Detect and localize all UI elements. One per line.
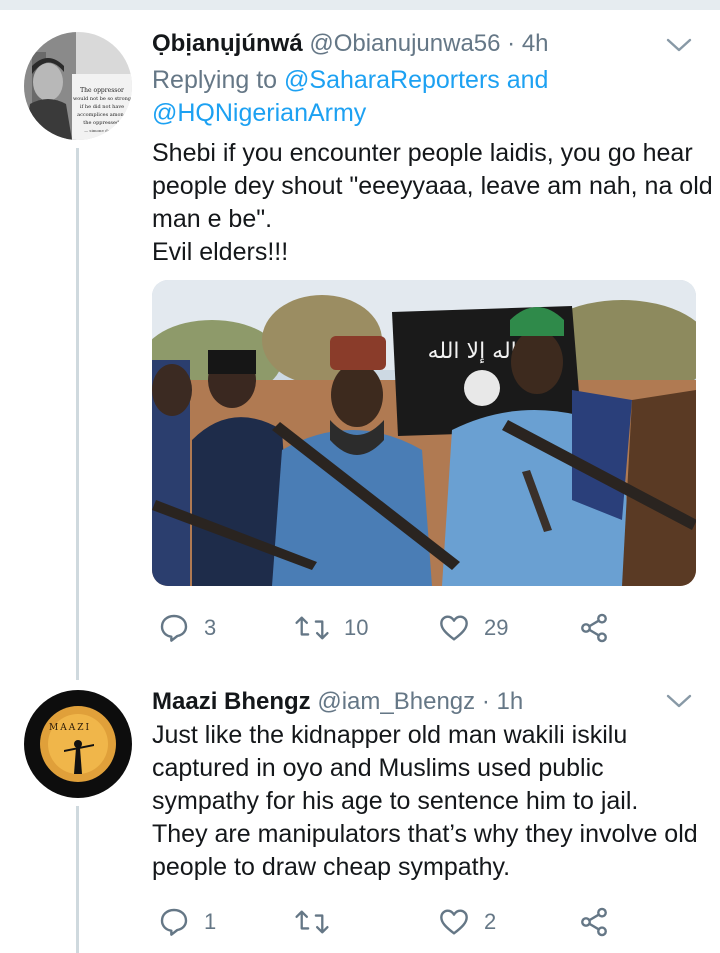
timestamp[interactable]: · 1h xyxy=(482,688,523,715)
tweet-text-line: Evil elders!!! xyxy=(152,238,289,266)
avatar-quote-line: the oppressed. xyxy=(83,120,121,126)
tweet-header: Maazi Bhengz @iam_Bhengz · 1h xyxy=(152,688,523,716)
avatar-quote-line: would not be so strong xyxy=(73,96,132,102)
avatar-quote-line: if he did not have xyxy=(80,104,124,110)
retweet-button[interactable] xyxy=(294,902,344,942)
avatar[interactable]: MAAZI xyxy=(24,690,132,798)
replying-to: Replying to @SaharaReporters and @HQNige… xyxy=(152,64,548,130)
avatar-quote-line: — simone de Beauv xyxy=(84,128,124,133)
avatar-text: MAAZI xyxy=(49,723,91,733)
like-button[interactable]: 2 xyxy=(438,902,496,942)
top-divider xyxy=(0,0,720,10)
share-button[interactable] xyxy=(578,902,610,942)
retweet-icon xyxy=(295,910,329,934)
tweet-text-line: They are manipulators that’s why they in… xyxy=(152,820,698,848)
user-handle[interactable]: @iam_Bhengz xyxy=(317,688,475,715)
reply-icon xyxy=(160,908,188,936)
tweet-image[interactable]: لا إله إلا الله xyxy=(152,280,696,586)
tweet-text-line: Shebi if you encounter people laidis, yo… xyxy=(152,139,693,167)
reply-count: 1 xyxy=(204,909,217,934)
thread-line xyxy=(76,148,79,680)
like-count: 2 xyxy=(484,909,497,934)
reply-button[interactable]: 3 xyxy=(158,608,216,648)
share-button[interactable] xyxy=(578,608,610,648)
display-name[interactable]: Ọbịanụjúnwá xyxy=(152,30,303,57)
tweet-text-line: people to draw cheap sympathy. xyxy=(152,853,511,881)
like-button[interactable]: 29 xyxy=(438,608,508,648)
tweet-text: Shebi if you encounter people laidis, yo… xyxy=(152,137,713,269)
replying-prefix: Replying to xyxy=(152,66,285,94)
reply-button[interactable]: 1 xyxy=(158,902,216,942)
retweet-icon xyxy=(295,616,329,640)
retweet-count: 10 xyxy=(344,615,369,640)
retweet-button[interactable]: 10 xyxy=(294,608,368,648)
chevron-down-icon[interactable] xyxy=(666,36,692,54)
display-name[interactable]: Maazi Bhengz xyxy=(152,688,311,715)
avatar-quote-line: The oppressor xyxy=(80,87,124,94)
tweet-text: Just like the kidnapper old man wakili i… xyxy=(152,719,712,884)
tweet-text-line: man e be". xyxy=(152,205,273,233)
tweet-text-line: captured in oyo and Muslims used public xyxy=(152,754,604,782)
like-icon xyxy=(440,909,468,935)
share-icon xyxy=(581,613,607,643)
like-count: 29 xyxy=(484,615,509,640)
tweet-actions: 1 2 xyxy=(152,902,622,942)
tweet-text-line: sympathy for his age to sentence him to … xyxy=(152,787,639,815)
tweet-text-line: people dey shout "eeeyyaaa, leave am nah… xyxy=(152,172,713,200)
reply-count: 3 xyxy=(204,615,217,640)
mention-link[interactable]: @HQNigerianArmy xyxy=(152,97,548,130)
avatar-quote-line: accomplices among xyxy=(77,112,128,118)
timestamp[interactable]: · 4h xyxy=(507,30,548,57)
share-icon xyxy=(581,907,607,937)
avatar[interactable]: The oppressor would not be so strong if … xyxy=(24,32,132,140)
mention-link[interactable]: @SaharaReporters and xyxy=(284,66,548,94)
thread-line xyxy=(76,806,79,953)
tweet-text-line: Just like the kidnapper old man wakili i… xyxy=(152,721,628,749)
user-handle[interactable]: @Obianujunwa56 xyxy=(309,30,500,57)
like-icon xyxy=(440,615,468,641)
tweet-header: Ọbịanụjúnwá @Obianujunwa56 · 4h xyxy=(152,30,549,58)
tweet-actions: 3 10 29 xyxy=(152,608,622,648)
chevron-down-icon[interactable] xyxy=(666,692,692,710)
reply-icon xyxy=(160,614,188,642)
